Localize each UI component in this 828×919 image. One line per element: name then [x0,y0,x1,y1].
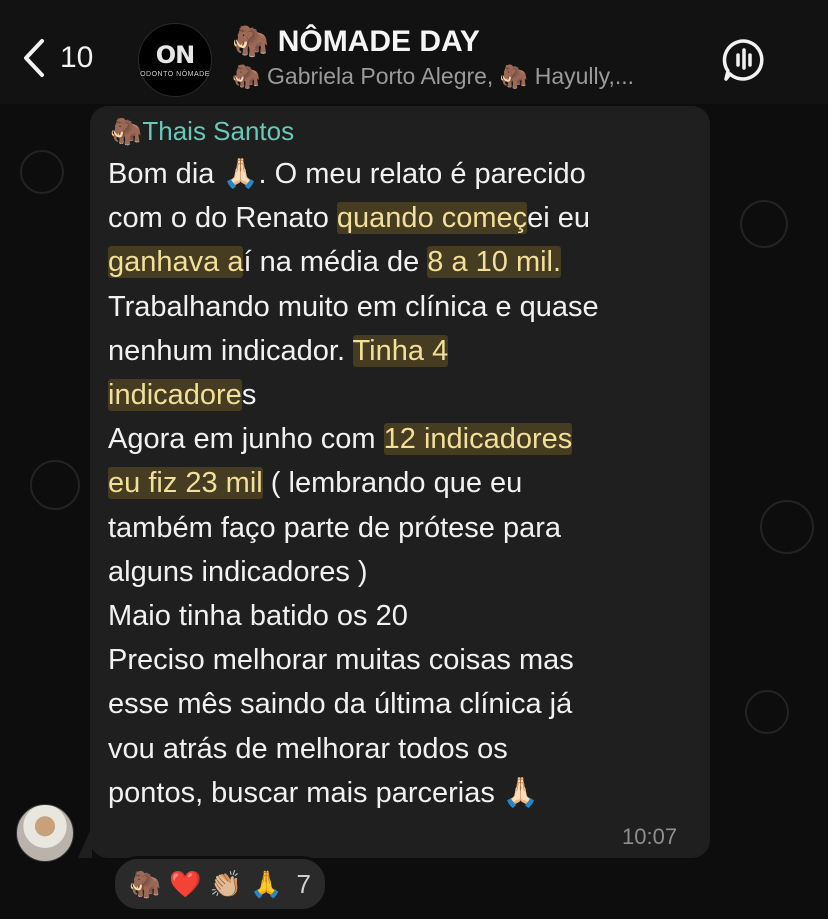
reaction-mammoth-icon: 🦣 [129,868,162,899]
message-line: nenhum indicador. Tinha 4 [108,329,698,373]
text-segment: í na média de [243,246,428,279]
chat-header: 10 ON ODONTO NÔMADE 🦣 NÔMADE DAY 🦣 Gabri… [0,0,828,104]
message-line: eu fiz 23 mil ( lembrando que eu [108,461,698,505]
message-line: Agora em junho com 12 indicadores [108,417,698,461]
voice-chat-button[interactable] [722,38,766,87]
message-line: Trabalhando muito em clínica e quase [108,290,599,323]
message-line: também faço parte de prótese para [108,511,561,544]
group-title: 🦣 NÔMADE DAY [232,25,480,58]
message-line: ganhava aí na média de 8 a 10 mil. [108,240,698,284]
text-segment: com o do Renato [108,202,337,235]
message-line: alguns indicadores ) [108,555,368,588]
wallpaper-doodle [745,690,789,734]
reaction-pray-icon: 🙏 [250,868,283,899]
text-segment: ei eu [527,202,591,235]
chevron-left-icon [24,39,44,77]
message-line: com o do Renato quando começei eu [108,196,698,240]
highlighted-text: indicadore [108,379,242,412]
group-avatar[interactable]: ON ODONTO NÔMADE [138,23,212,97]
wallpaper-doodle [30,460,80,510]
reaction-count: 7 [296,868,311,899]
message-text: Bom dia 🙏🏻. O meu relato é parecido com … [108,152,698,815]
group-logo-text: ODONTO NÔMADE [140,70,210,78]
message-sender[interactable]: 🦣Thais Santos [110,116,294,147]
wallpaper-doodle [20,150,64,194]
unread-count: 10 [60,41,94,74]
message-line: indicadores [108,373,698,417]
sender-avatar[interactable] [16,804,74,862]
highlighted-text: quando começ [336,202,528,235]
text-segment: s [241,379,257,412]
group-members: 🦣 Gabriela Porto Alegre, 🦣 Hayully,... [232,63,635,89]
reaction-clap-icon: 👏🏼 [209,868,243,899]
message-line: esse mês saindo da última clínica já [108,688,573,721]
message-line: pontos, buscar mais parcerias 🙏🏻 [108,776,540,809]
message-line: vou atrás de melhorar todos os [108,732,508,765]
highlighted-text: 12 indicadores [383,423,573,456]
voice-chat-icon [722,39,764,81]
highlighted-text: ganhava a [108,246,244,279]
message-timestamp: 10:07 [622,824,678,849]
reactions-bar[interactable]: 🦣 ❤️ 👏🏼 🙏 7 [112,856,328,912]
text-segment: ( lembrando que eu [262,467,523,500]
reaction-heart-icon: ❤️ [169,868,202,899]
message-line: Preciso melhorar muitas coisas mas [108,644,574,677]
message-line: Bom dia 🙏🏻. O meu relato é parecido [108,158,586,190]
back-button[interactable]: 10 [22,38,93,78]
text-segment: Agora em junho com [108,423,384,456]
highlighted-text: eu fiz 23 mil [108,467,263,500]
highlighted-text: 8 a 10 mil. [427,246,562,279]
wallpaper-doodle [740,200,788,248]
highlighted-text: Tinha 4 [352,334,449,367]
wallpaper-doodle [760,500,814,554]
text-segment: nenhum indicador. [108,334,353,367]
message-line: Maio tinha batido os 20 [108,600,408,633]
group-logo-mark: ON [155,40,195,69]
group-info[interactable]: 🦣 NÔMADE DAY 🦣 Gabriela Porto Alegre, 🦣 … [232,24,702,90]
